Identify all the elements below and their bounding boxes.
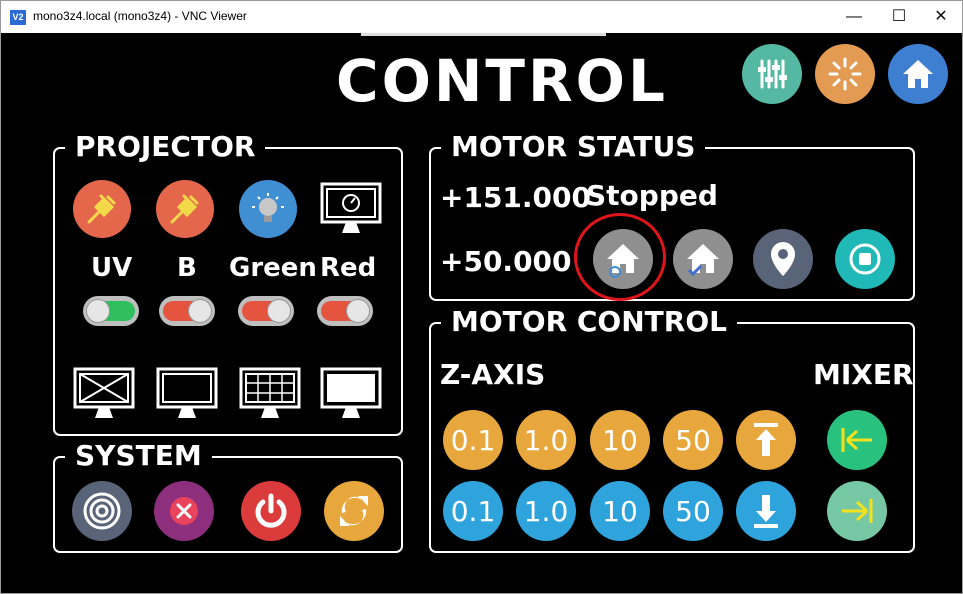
motor-state: Stopped	[586, 179, 718, 212]
toggle-knob	[188, 299, 212, 323]
motor-status-title: MOTOR STATUS	[441, 131, 706, 163]
monitor-white-button[interactable]	[320, 366, 382, 422]
toggle-knob	[267, 299, 291, 323]
sliders-icon	[758, 59, 787, 89]
z-up-1.0-button[interactable]: 1.0	[516, 410, 576, 470]
channel-label-green: Green	[229, 253, 317, 283]
z-top-button[interactable]	[736, 410, 796, 470]
mixer-right-button[interactable]	[827, 481, 887, 541]
monitor-cross-button[interactable]	[73, 366, 135, 422]
target-icon	[83, 492, 121, 530]
home-sync-icon	[607, 244, 639, 278]
power-button[interactable]	[241, 481, 301, 541]
projector-title: PROJECTOR	[65, 131, 266, 163]
z-down-1.0-button[interactable]: 1.0	[516, 481, 576, 541]
z-down-50-button[interactable]: 50	[663, 481, 723, 541]
green-toggle[interactable]	[238, 296, 294, 326]
z-position-readout: +151.000	[440, 181, 591, 214]
update-button[interactable]	[324, 481, 384, 541]
channel-label-red: Red	[320, 253, 377, 283]
mixer-left-button[interactable]	[827, 410, 887, 470]
monitor-blank-button[interactable]	[156, 366, 218, 422]
arrow-to-right-icon	[842, 499, 873, 523]
spinner-icon	[828, 57, 862, 91]
arrow-to-left-icon	[841, 428, 872, 452]
z-up-10-button[interactable]: 10	[590, 410, 650, 470]
window-title: mono3z4.local (mono3z4) - VNC Viewer	[33, 9, 247, 23]
vnc-viewer-window: V2 mono3z4.local (mono3z4) - VNC Viewer …	[0, 0, 963, 594]
home-sync-button[interactable]	[593, 229, 653, 289]
settings-sliders-button[interactable]	[742, 44, 802, 104]
monitor-timer-icon	[320, 182, 382, 233]
mixer-label: MIXER	[813, 358, 914, 391]
minimize-button[interactable]: —	[831, 1, 877, 33]
z-bottom-button[interactable]	[736, 481, 796, 541]
location-pin-icon	[771, 242, 795, 276]
mixer-position-readout: +50.000	[440, 245, 572, 278]
motor-control-title: MOTOR CONTROL	[441, 306, 737, 338]
z-up-50-button[interactable]: 50	[663, 410, 723, 470]
title-strip	[361, 33, 606, 36]
uv-toggle[interactable]	[83, 296, 139, 326]
plug-icon	[87, 194, 116, 224]
page-title: CONTROL	[336, 47, 668, 115]
sync-arrows-icon	[340, 496, 368, 526]
home-check-icon	[687, 244, 719, 277]
z-axis-label: Z-AXIS	[440, 358, 546, 391]
stop-icon	[849, 243, 881, 275]
power-icon	[255, 493, 287, 528]
remote-screen: CONTROL PROJECTOR UV B Green Red SYSTEM …	[1, 33, 962, 593]
red-toggle[interactable]	[317, 296, 373, 326]
z-up-0.1-button[interactable]: 0.1	[443, 410, 503, 470]
monitor-grid-button[interactable]	[239, 366, 301, 422]
monitor-timer-button[interactable]	[320, 181, 382, 237]
target-button[interactable]	[72, 481, 132, 541]
home-check-button[interactable]	[673, 229, 733, 289]
monitor-grid-icon	[239, 367, 301, 418]
plug-icon	[170, 194, 199, 224]
z-down-10-button[interactable]: 10	[590, 481, 650, 541]
toggle-knob	[86, 299, 110, 323]
b-toggle[interactable]	[159, 296, 215, 326]
home-icon	[903, 60, 933, 88]
arrow-to-bottom-icon	[754, 495, 778, 528]
toggle-knob	[346, 299, 370, 323]
arrow-to-top-icon	[754, 423, 778, 456]
maximize-button[interactable]: ☐	[876, 1, 922, 33]
cancel-button[interactable]	[154, 481, 214, 541]
home-button[interactable]	[888, 44, 948, 104]
light-bulb-button[interactable]	[239, 180, 297, 238]
monitor-white-icon	[320, 367, 382, 418]
b-power-button[interactable]	[156, 180, 214, 238]
monitor-blank-icon	[156, 367, 218, 418]
channel-label-b: B	[177, 253, 197, 283]
loading-button[interactable]	[815, 44, 875, 104]
light-bulb-icon	[252, 193, 284, 222]
cancel-icon	[170, 497, 198, 525]
system-title: SYSTEM	[65, 440, 212, 472]
monitor-cross-icon	[73, 367, 135, 418]
stop-button[interactable]	[835, 229, 895, 289]
uv-power-button[interactable]	[73, 180, 131, 238]
close-window-button[interactable]: ✕	[918, 1, 962, 33]
location-button[interactable]	[753, 229, 813, 289]
z-down-0.1-button[interactable]: 0.1	[443, 481, 503, 541]
channel-label-uv: UV	[91, 253, 133, 283]
vnc-app-icon: V2	[10, 10, 26, 25]
title-bar: V2 mono3z4.local (mono3z4) - VNC Viewer …	[1, 1, 962, 33]
